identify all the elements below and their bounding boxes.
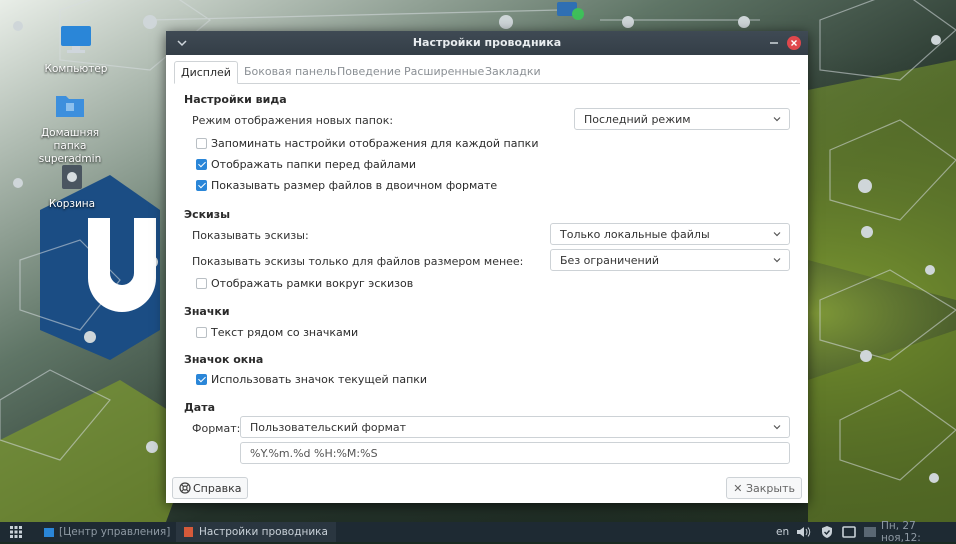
close-window-button[interactable] [786,35,802,51]
tab-display[interactable]: Дисплей [174,61,238,84]
help-button[interactable]: Справка [172,477,249,499]
thumbnail-frames-checkbox[interactable]: Отображать рамки вокруг эскизов [196,275,413,291]
desktop-icon-label: Корзина [48,198,96,210]
checkbox-checked-icon [196,158,207,170]
desktop-icon-home-folder[interactable]: Домашняя папка superadmin [20,90,120,166]
clock[interactable]: Пн, 27 ноя,12: [881,520,956,544]
new-folders-mode-label: Режим отображения новых папок: [192,114,394,127]
checkbox-unchecked-icon [196,326,207,338]
security-shield-icon[interactable] [820,522,834,542]
show-thumbnails-label: Показывать эскизы: [192,229,309,242]
date-format-label: Формат: [192,422,241,435]
help-lifebuoy-icon [179,482,191,494]
use-folder-icon-checkbox[interactable]: Использовать значок текущей папки [196,371,427,387]
taskbar: [Центр управления] Настройки проводника … [0,520,956,544]
dialog-footer: Справка ✕ Закрыть [166,474,808,503]
settings-tabs: Дисплей Боковая панель Поведение Расшире… [174,61,800,84]
display-tab-content: Настройки вида Режим отображения новых п… [166,84,808,469]
chevron-down-icon [773,117,781,122]
section-title-icons: Значки [184,305,230,318]
remember-per-folder-checkbox[interactable]: Запоминать настройки отображения для каж… [196,135,538,151]
desktop-preview-icon[interactable] [864,522,876,542]
taskbar-item-explorer-settings[interactable]: Настройки проводника [176,522,336,542]
minimize-button[interactable] [766,35,782,51]
grid-menu-icon [10,526,22,538]
thumbnail-max-size-select[interactable]: Без ограничений [550,249,790,271]
dialog-title: Настройки проводника [412,36,562,49]
desktop-icon-label: Компьютер [44,63,108,75]
chevron-down-icon [773,258,781,263]
keyboard-layout-indicator[interactable]: en [776,522,789,542]
dialog-titlebar[interactable]: Настройки проводника [166,31,808,55]
notifications-icon[interactable] [842,522,856,542]
checkbox-checked-icon [196,373,207,385]
tab-advanced[interactable]: Расширенные [398,61,490,82]
show-thumbnails-select[interactable]: Только локальные файлы [550,223,790,245]
chevron-down-icon [773,232,781,237]
app-menu-button[interactable] [10,522,22,542]
trash-icon [26,161,118,195]
section-title-window-icon: Значок окна [184,353,264,366]
tab-side-panel[interactable]: Боковая панель [238,61,342,82]
settings-app-icon [184,527,193,537]
computer-icon [30,24,122,60]
new-folders-mode-select[interactable]: Последний режим [574,108,790,130]
checkbox-unchecked-icon [196,277,207,289]
chevron-down-icon [773,425,781,430]
checkbox-unchecked-icon [196,137,207,149]
thumbnail-max-size-label: Показывать эскизы только для файлов разм… [192,255,524,268]
folder-icon [20,90,120,124]
taskbar-item-control-center[interactable]: [Центр управления] [44,522,170,542]
folders-first-checkbox[interactable]: Отображать папки перед файлами [196,156,416,172]
control-center-icon [44,527,54,537]
desktop-icon-trash[interactable]: Корзина [26,161,118,211]
tab-behavior[interactable]: Поведение [331,61,407,82]
date-format-select[interactable]: Пользовательский формат [240,416,790,438]
explorer-settings-dialog: Настройки проводника Дисплей Боковая пан… [166,31,808,503]
section-title-view: Настройки вида [184,93,287,106]
brand-logo [78,208,168,318]
section-title-thumbnails: Эскизы [184,208,231,221]
desktop-icon-computer[interactable]: Компьютер [30,24,122,76]
tab-bookmarks[interactable]: Закладки [479,61,547,82]
binary-size-checkbox[interactable]: Показывать размер файлов в двоичном форм… [196,177,497,193]
custom-date-format-input[interactable]: %Y.%m.%d %H:%M:%S [240,442,790,464]
text-beside-icons-checkbox[interactable]: Текст рядом со значками [196,324,358,340]
checkbox-checked-icon [196,179,207,191]
section-title-date: Дата [184,401,216,414]
close-button[interactable]: ✕ Закрыть [726,477,802,499]
volume-icon[interactable] [796,522,812,542]
